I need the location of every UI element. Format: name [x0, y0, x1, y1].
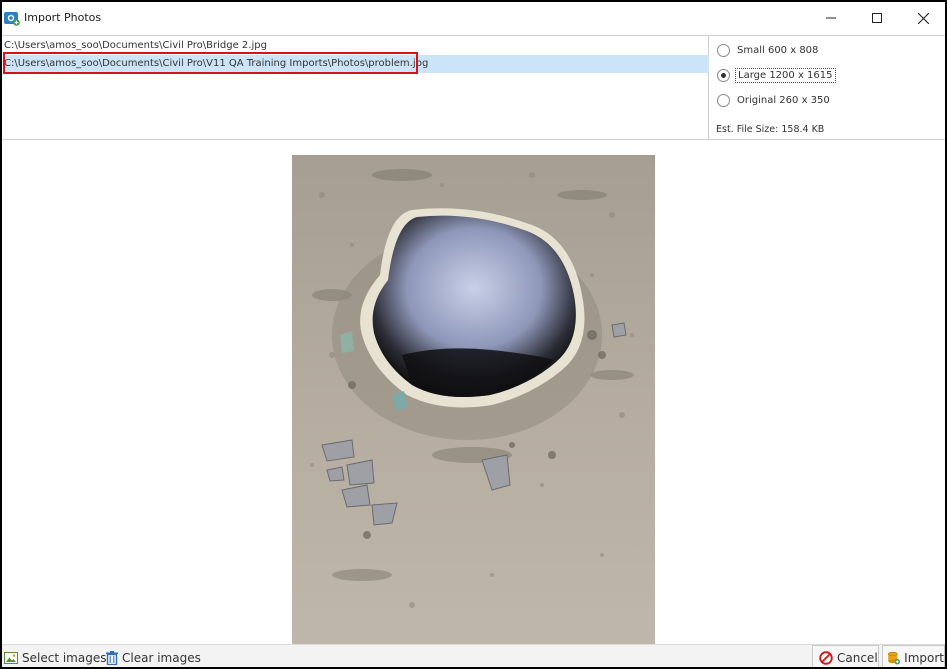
- clear-images-label: Clear images: [122, 650, 201, 665]
- size-option-original[interactable]: Original 260 x 350: [717, 91, 832, 109]
- import-photos-window: Import Photos C:\Users\amos_soo\Document…: [0, 0, 947, 669]
- window-title: Import Photos: [24, 11, 102, 24]
- database-add-icon: [887, 651, 901, 664]
- photo-preview: [292, 155, 655, 644]
- import-label: Import: [904, 650, 944, 665]
- size-option-label: Small 600 x 808: [737, 44, 819, 56]
- file-list[interactable]: C:\Users\amos_soo\Documents\Civil Pro\Br…: [3, 35, 709, 140]
- radio-button[interactable]: [717, 43, 730, 57]
- maximize-button[interactable]: [854, 2, 900, 34]
- radio-button-checked[interactable]: [717, 68, 730, 82]
- select-images-label: Select images: [22, 650, 107, 665]
- size-option-label: Large 1200 x 1615: [735, 67, 836, 83]
- size-option-small[interactable]: Small 600 x 808: [717, 41, 820, 59]
- trash-icon: [106, 650, 118, 665]
- size-option-label: Original 260 x 350: [737, 94, 830, 106]
- image-icon: [4, 651, 18, 664]
- title-bar: Import Photos: [2, 2, 945, 34]
- bottom-toolbar: Select images Clear images Cancel Import: [2, 644, 945, 667]
- import-button[interactable]: Import: [882, 645, 945, 667]
- file-list-item[interactable]: C:\Users\amos_soo\Documents\Civil Pro\Br…: [3, 37, 709, 55]
- estimated-file-size: Est. File Size: 158.4 KB: [716, 124, 825, 135]
- size-option-large[interactable]: Large 1200 x 1615: [717, 66, 836, 84]
- image-preview-area: [3, 141, 945, 644]
- cancel-button[interactable]: Cancel: [812, 645, 879, 667]
- photo-import-icon: [4, 10, 20, 26]
- maximize-icon: [872, 13, 882, 23]
- size-options-panel: Small 600 x 808 Large 1200 x 1615 Origin…: [709, 35, 945, 140]
- select-images-button[interactable]: Select images: [4, 645, 107, 667]
- minimize-icon: [826, 17, 836, 19]
- cancel-label: Cancel: [837, 650, 878, 665]
- close-button[interactable]: [900, 2, 945, 34]
- minimize-button[interactable]: [808, 2, 854, 34]
- clear-images-button[interactable]: Clear images: [106, 645, 201, 667]
- close-icon: [917, 12, 929, 24]
- prohibited-icon: [819, 650, 833, 665]
- radio-button[interactable]: [717, 93, 730, 107]
- file-list-item-selected[interactable]: C:\Users\amos_soo\Documents\Civil Pro\V1…: [3, 55, 709, 73]
